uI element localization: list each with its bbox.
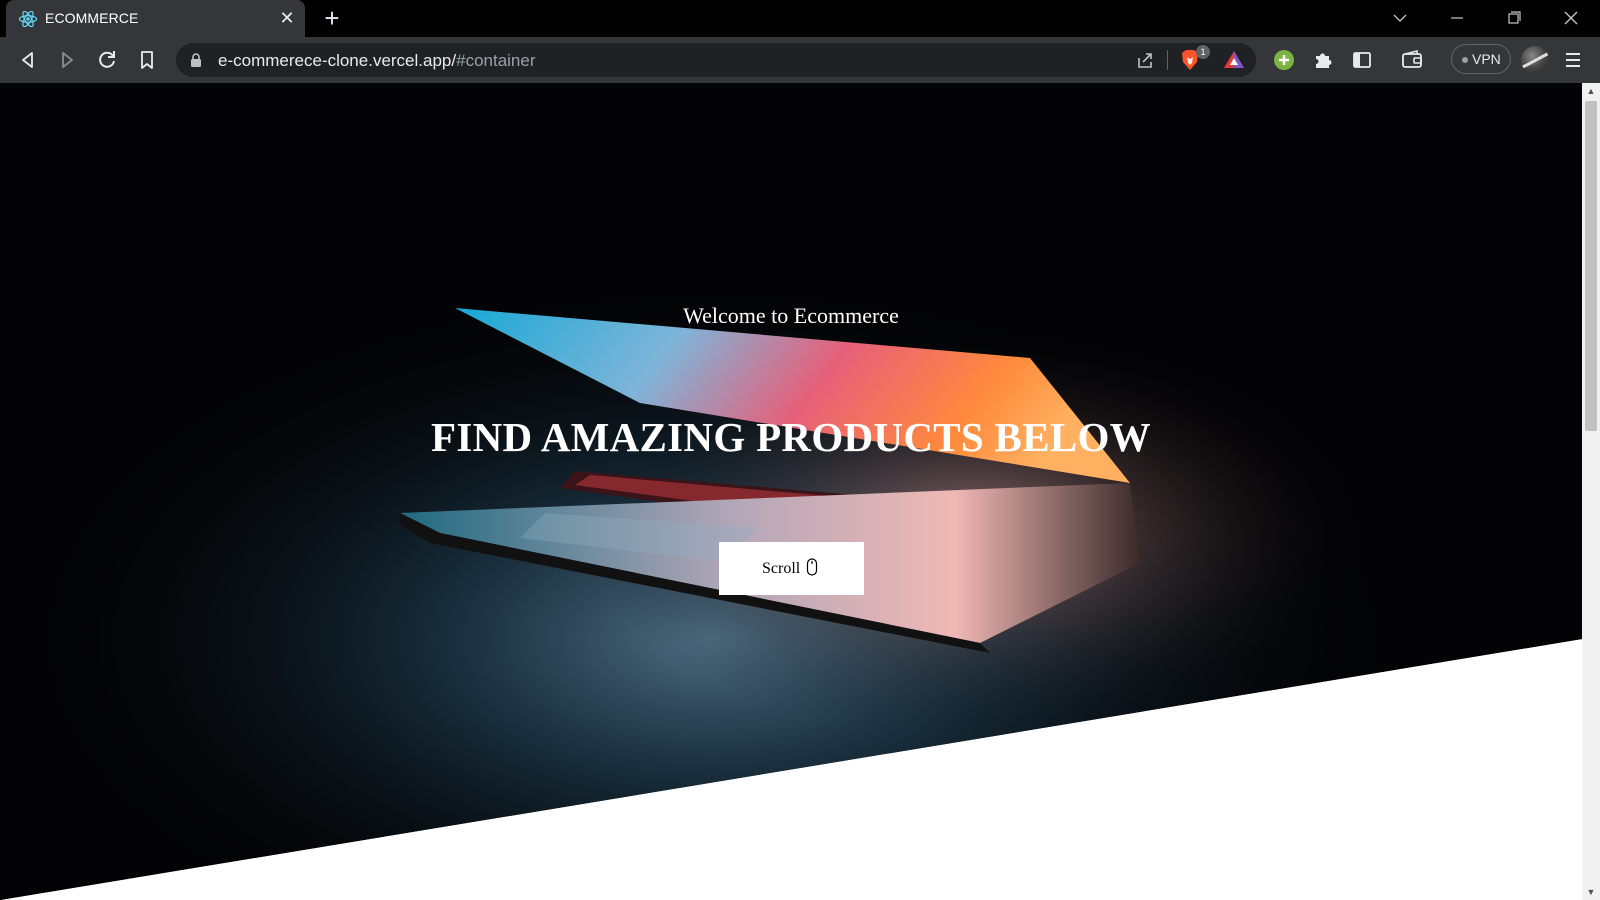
close-window-icon[interactable] [1556,5,1586,31]
scroll-label: Scroll [762,560,801,577]
laptop-photo [0,83,1582,900]
wallet-icon[interactable] [1398,46,1426,74]
page-headline: FIND AMAZING PRODUCTS BELOW [431,414,1151,460]
restore-icon[interactable] [1499,5,1529,31]
share-icon[interactable] [1134,49,1156,71]
close-icon[interactable]: ✕ [277,8,297,28]
scroll-button[interactable]: Scroll [719,542,864,595]
tab-title: ECOMMERCE [45,10,139,26]
browser-toolbar: e-commerece-clone.vercel.app/#container … [0,37,1600,83]
bookmark-icon[interactable] [133,46,161,74]
address-bar[interactable]: e-commerece-clone.vercel.app/#container … [176,43,1256,77]
scroll-down-arrow-icon[interactable]: ▼ [1582,884,1600,900]
vpn-button[interactable]: VPN [1451,44,1511,74]
brave-rewards-icon[interactable] [1222,48,1246,72]
forward-icon[interactable] [53,46,81,74]
profile-avatar[interactable] [1521,46,1549,74]
shields-count-badge: 1 [1196,45,1210,59]
page-viewport: Welcome to Ecommerce FIND AMAZING PRODUC… [0,83,1582,900]
browser-tab[interactable]: ECOMMERCE ✕ [6,0,305,37]
vpn-label: VPN [1472,51,1501,67]
reload-icon[interactable] [93,46,121,74]
menu-icon[interactable] [1561,48,1585,72]
minimize-icon[interactable] [1442,5,1472,31]
vpn-status-dot [1462,57,1468,63]
tab-search-icon[interactable] [1385,5,1415,31]
scrollbar-thumb[interactable] [1585,101,1597,431]
lock-icon [191,53,201,67]
url-text: e-commerece-clone.vercel.app/#container [218,51,536,70]
page-scrollbar[interactable]: ▲ ▼ [1582,83,1600,900]
divider [1167,50,1168,70]
back-icon[interactable] [14,46,42,74]
hero-banner: Welcome to Ecommerce FIND AMAZING PRODUC… [0,83,1582,900]
sidebar-icon[interactable] [1348,46,1376,74]
react-icon [18,10,38,28]
welcome-text: Welcome to Ecommerce [683,303,899,328]
extensions-puzzle-icon[interactable] [1309,46,1337,74]
extension-plus-icon[interactable] [1270,46,1298,74]
new-tab-button[interactable]: + [320,5,344,31]
scroll-up-arrow-icon[interactable]: ▲ [1582,83,1600,99]
tab-strip: ECOMMERCE ✕ + [0,0,1600,37]
mouse-icon [806,558,818,576]
